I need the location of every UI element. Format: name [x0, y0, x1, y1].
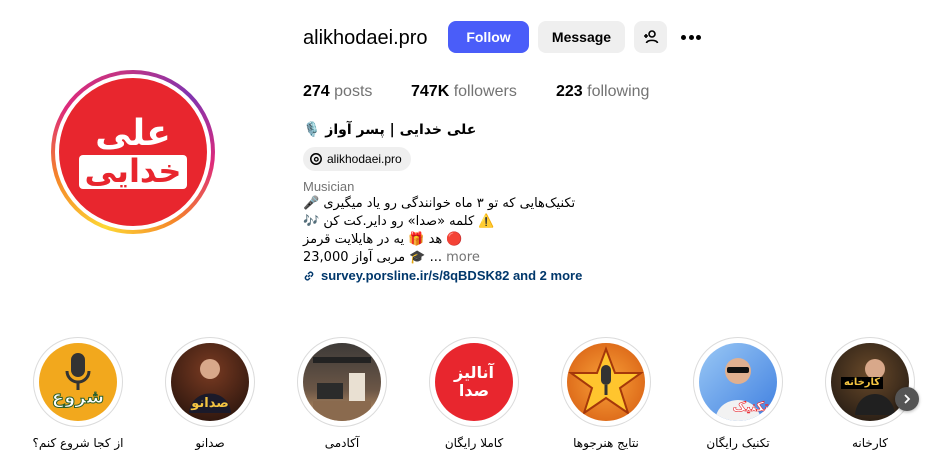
profile-avatar-ring[interactable]: علی خدایی	[51, 70, 215, 234]
posts-label: posts	[334, 83, 373, 100]
highlight-cover: صدانو	[171, 343, 249, 421]
highlight-ring: تکنیک	[693, 337, 783, 427]
suggested-accounts-button[interactable]	[634, 21, 667, 53]
highlight-ring	[297, 337, 387, 427]
highlight-item[interactable]: آکادمی	[297, 337, 387, 450]
room-photo-icon	[313, 357, 371, 421]
following-stat[interactable]: 223 following	[556, 83, 649, 101]
highlight-label: تکنیک رایگان	[706, 436, 770, 450]
threads-handle: alikhodaei.pro	[327, 152, 402, 166]
highlight-label: آکادمی	[324, 436, 360, 450]
following-count: 223	[556, 83, 583, 100]
highlight-label: از کجا شروع کنم؟	[32, 436, 124, 450]
highlight-item[interactable]: آنالیز صدا کاملا رایگان	[429, 337, 519, 450]
highlight-item[interactable]: شروع از کجا شروع کنم؟	[32, 337, 124, 450]
profile-category: Musician	[303, 179, 355, 194]
bio-line: 🎤 تکنیک‌هایی که تو ۳ ماه خوانندگی رو یاد…	[303, 196, 576, 211]
person-add-icon	[643, 30, 658, 44]
following-label: following	[587, 83, 650, 100]
highlight-cover	[303, 343, 381, 421]
dot	[688, 34, 694, 40]
follow-button[interactable]: Follow	[448, 21, 529, 53]
highlight-ring	[561, 337, 651, 427]
profile-full-name: علی خدایی | پسر آواز 🎙️	[303, 122, 477, 138]
microphone-icon	[65, 353, 91, 390]
star-microphone-icon	[567, 346, 645, 416]
avatar[interactable]: علی خدایی	[59, 78, 207, 226]
highlight-item[interactable]: صدانو صدانو	[165, 337, 255, 450]
avatar-text-line1: علی	[95, 113, 171, 155]
bio-line: هد 🎁 یه در هایلایت قرمز 🔴	[303, 232, 463, 247]
threads-badge[interactable]: alikhodaei.pro	[303, 147, 411, 171]
threads-icon	[310, 153, 322, 165]
highlights-next-button[interactable]	[895, 387, 919, 411]
more-options-icon[interactable]	[679, 26, 703, 48]
posts-count: 274	[303, 83, 330, 100]
bio-line-text: 23,000 مربی آواز 🎓 ...	[303, 250, 442, 265]
bio-line: 23,000 مربی آواز 🎓 ... more	[303, 250, 480, 265]
highlight-cover-text: کارخانه	[841, 377, 884, 389]
link-icon	[304, 271, 314, 280]
highlight-cover: کارخانه	[831, 343, 909, 421]
profile-username: alikhodaei.pro	[303, 27, 428, 49]
highlight-label: کارخانه	[851, 436, 888, 450]
highlight-cover: شروع	[39, 343, 117, 421]
highlight-cover-text: تکنیک	[732, 400, 769, 415]
avatar-text-line2: خدایی	[78, 154, 188, 189]
highlight-label: کاملا رایگان	[444, 436, 504, 450]
highlight-cover	[567, 343, 645, 421]
bio-more-link[interactable]: more	[446, 250, 480, 265]
message-button[interactable]: Message	[538, 21, 625, 53]
chevron-right-icon	[904, 394, 911, 404]
highlight-ring: شروع	[33, 337, 123, 427]
bio-line: 🎶 کلمه «صدا» رو دایر.کت کن ⚠️	[303, 214, 495, 229]
highlight-cover-text: صدانو	[191, 396, 229, 411]
highlight-cover: تکنیک	[699, 343, 777, 421]
dot	[681, 34, 686, 40]
highlight-ring: صدانو	[165, 337, 255, 427]
posts-stat: 274 posts	[303, 83, 372, 101]
highlight-item[interactable]: کارخانه کارخانه	[825, 337, 915, 450]
highlight-cover-text: آنالیز صدا	[454, 362, 494, 400]
highlight-item[interactable]: تکنیک تکنیک رایگان	[693, 337, 783, 450]
highlight-cover: آنالیز صدا	[435, 343, 513, 421]
bio-external-link[interactable]: survey.porsline.ir/s/8qBDSK82 and 2 more	[303, 268, 582, 283]
highlight-label: صدانو	[195, 436, 225, 450]
followers-count: 747K	[411, 83, 450, 100]
followers-stat[interactable]: 747K followers	[411, 83, 517, 101]
highlight-ring: کارخانه	[825, 337, 915, 427]
highlight-cover-text: شروع	[51, 387, 105, 408]
highlight-label: نتایج هنرجوها	[573, 436, 639, 450]
dot	[696, 34, 701, 40]
highlight-ring: آنالیز صدا	[429, 337, 519, 427]
highlight-item[interactable]: نتایج هنرجوها	[561, 337, 651, 450]
followers-label: followers	[453, 83, 517, 100]
link-text: survey.porsline.ir/s/8qBDSK82 and 2 more	[321, 268, 583, 283]
